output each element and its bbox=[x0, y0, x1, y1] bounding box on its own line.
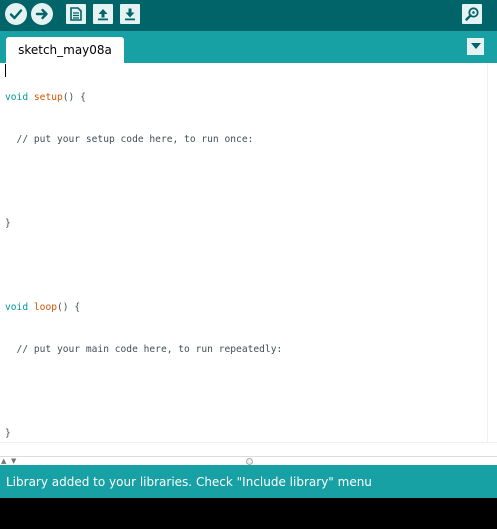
save-sketch-icon bbox=[125, 8, 135, 21]
new-sketch-button[interactable] bbox=[66, 4, 86, 24]
tab-menu-button[interactable] bbox=[467, 38, 484, 55]
open-sketch-button[interactable] bbox=[93, 4, 113, 24]
open-sketch-icon bbox=[98, 9, 108, 21]
splitter-grip-icon[interactable] bbox=[246, 458, 253, 465]
code-keyword: void bbox=[5, 302, 29, 313]
upload-button[interactable] bbox=[31, 3, 53, 25]
code-line: void setup() { bbox=[5, 91, 282, 105]
toolbar bbox=[0, 0, 497, 31]
code-keyword: void bbox=[5, 92, 29, 103]
code-function: loop bbox=[33, 302, 57, 313]
serial-monitor-magnifier-icon bbox=[465, 7, 479, 21]
code-line: } bbox=[5, 218, 11, 229]
save-sketch-button[interactable] bbox=[120, 4, 140, 24]
console-splitter[interactable]: ▲ ▼ bbox=[0, 456, 497, 465]
chevron-down-icon bbox=[470, 43, 481, 49]
code-rest: () { bbox=[62, 92, 86, 103]
status-message: Library added to your libraries. Check "… bbox=[6, 474, 372, 489]
tab-bar: sketch_may08a bbox=[0, 31, 497, 63]
collapse-up-icon[interactable]: ▲ bbox=[1, 458, 6, 465]
status-bar: Library added to your libraries. Check "… bbox=[0, 465, 497, 498]
tab-label: sketch_may08a bbox=[18, 43, 112, 57]
upload-arrow-icon bbox=[35, 8, 48, 20]
expand-down-icon[interactable]: ▼ bbox=[11, 458, 16, 465]
code-text: void setup() { // put your setup code he… bbox=[5, 63, 282, 469]
console-output[interactable] bbox=[0, 498, 497, 529]
vertical-scrollbar[interactable] bbox=[487, 63, 497, 442]
code-function: setup bbox=[33, 92, 63, 103]
verify-checkmark-icon bbox=[9, 9, 23, 20]
code-line: // put your main code here, to run repea… bbox=[5, 344, 283, 355]
code-rest: () { bbox=[57, 302, 81, 313]
code-line: // put your setup code here, to run once… bbox=[5, 134, 254, 145]
code-line: } bbox=[5, 428, 11, 439]
code-editor[interactable]: void setup() { // put your setup code he… bbox=[0, 63, 487, 442]
serial-monitor-button[interactable] bbox=[462, 4, 482, 24]
new-sketch-icon bbox=[70, 7, 82, 21]
code-line: void loop() { bbox=[5, 301, 282, 315]
horizontal-scrollbar[interactable] bbox=[0, 442, 497, 456]
tab-sketch[interactable]: sketch_may08a bbox=[6, 37, 124, 63]
verify-button[interactable] bbox=[5, 3, 27, 25]
